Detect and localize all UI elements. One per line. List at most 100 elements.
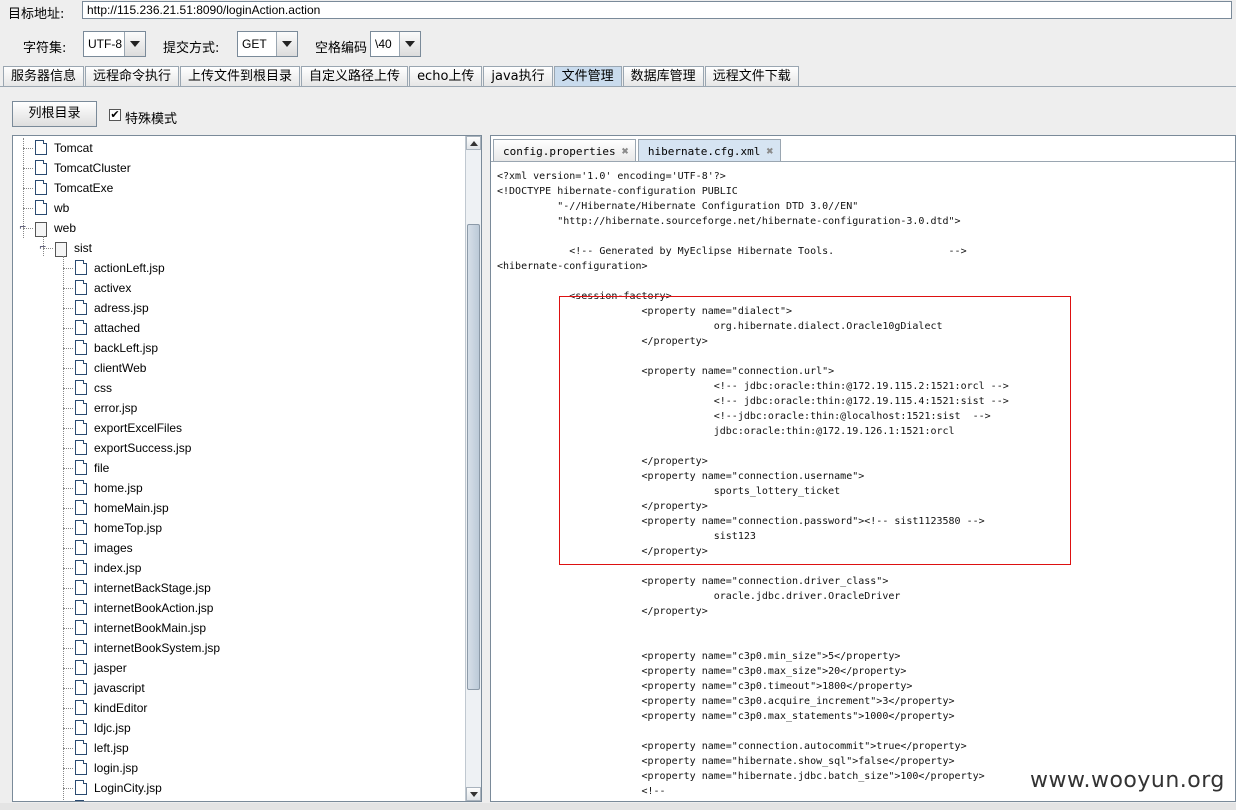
special-mode-label: 特殊模式	[125, 112, 178, 127]
file-icon	[75, 700, 87, 715]
tree-connector	[63, 328, 73, 329]
status-bar	[0, 803, 1236, 810]
tree-connector	[63, 768, 73, 769]
tree-item-label: jasper	[94, 661, 127, 675]
file-icon	[75, 280, 87, 295]
tab-4[interactable]: echo上传	[409, 66, 483, 86]
file-icon	[75, 740, 87, 755]
file-icon	[35, 160, 47, 175]
tab-0[interactable]: 服务器信息	[3, 66, 85, 86]
tree-item-label: homeTop.jsp	[94, 521, 163, 535]
scroll-thumb[interactable]	[467, 224, 480, 690]
tree-item-label: error.jsp	[94, 401, 138, 415]
tree-connector	[63, 268, 73, 269]
file-icon	[75, 480, 87, 495]
tree-item-label: Tomcat	[54, 141, 93, 155]
file-icon	[75, 360, 87, 375]
tab-7[interactable]: 数据库管理	[622, 66, 704, 86]
charset-value: UTF-8	[88, 37, 122, 51]
file-icon	[75, 260, 87, 275]
scroll-down-icon[interactable]	[466, 787, 481, 801]
method-select[interactable]: GET	[237, 31, 298, 57]
tree-item-label: activex	[94, 281, 132, 295]
tree-connector	[63, 468, 73, 469]
tab-1[interactable]: 远程命令执行	[85, 66, 180, 86]
space-encoding-select[interactable]: \40	[370, 31, 421, 57]
folder-icon	[35, 222, 47, 237]
tree-connector	[63, 728, 73, 729]
tree-connector	[23, 148, 33, 149]
tree-item-label: exportExcelFiles	[94, 421, 183, 435]
file-icon	[75, 800, 87, 801]
file-icon	[75, 780, 87, 795]
address-input[interactable]	[82, 1, 1232, 19]
charset-select[interactable]: UTF-8	[83, 31, 146, 57]
tree-item-label: TomcatCluster	[54, 161, 131, 175]
tree-item-label: file	[94, 461, 110, 475]
tree-connector	[63, 308, 73, 309]
tab-3[interactable]: 自定义路径上传	[301, 66, 409, 86]
code-line: <property name="c3p0.max_statements">100…	[497, 711, 955, 722]
watermark: www.wooyun.org	[1030, 768, 1225, 793]
tree-connector	[63, 508, 73, 509]
address-row: 目标地址:	[0, 0, 1236, 22]
tree-connector	[63, 408, 73, 409]
close-icon[interactable]: ✖	[622, 140, 629, 162]
code-line: <?xml version='1.0' encoding='UTF-8'?>	[497, 171, 726, 182]
tab-8[interactable]: 远程文件下载	[704, 66, 799, 86]
tree-item-label: home.jsp	[94, 481, 143, 495]
file-icon	[75, 560, 87, 575]
tab-5[interactable]: java执行	[483, 66, 553, 86]
code-line: oracle.jdbc.driver.OracleDriver	[497, 591, 901, 602]
tree-guide	[43, 236, 44, 256]
tree-guide	[23, 138, 24, 238]
file-icon	[75, 400, 87, 415]
chevron-down-icon[interactable]	[399, 32, 420, 56]
code-line: <!DOCTYPE hibernate-configuration PUBLIC	[497, 186, 738, 197]
tree-connector	[63, 428, 73, 429]
file-icon	[75, 580, 87, 595]
tree-connector	[63, 788, 73, 789]
tree-item-label: clientWeb	[94, 361, 147, 375]
editor-tab-1[interactable]: hibernate.cfg.xml ✖	[637, 139, 781, 162]
tab-6[interactable]: 文件管理	[553, 66, 622, 86]
file-icon	[75, 320, 87, 335]
code-line: "-//Hibernate/Hibernate Configuration DT…	[497, 201, 859, 212]
special-mode-checkbox[interactable]: ✔	[109, 109, 121, 121]
code-line: <property name="c3p0.timeout">1800</prop…	[497, 681, 913, 692]
tree-connector	[63, 608, 73, 609]
code-line: <!-- Generated by MyEclipse Hibernate To…	[497, 246, 967, 257]
file-icon	[75, 300, 87, 315]
tree-item-label: internetBookSystem.jsp	[94, 641, 221, 655]
file-icon	[75, 760, 87, 775]
tree-connector	[63, 588, 73, 589]
editor-tabs-divider	[491, 161, 1235, 162]
file-icon	[75, 520, 87, 535]
tree-connector	[63, 668, 73, 669]
tree-scrollbar[interactable]	[465, 136, 481, 801]
close-icon[interactable]: ✖	[766, 140, 773, 162]
tree-connector	[63, 528, 73, 529]
list-root-button[interactable]: 列根目录	[12, 101, 97, 127]
tree-connector	[63, 388, 73, 389]
tree-connector	[63, 548, 73, 549]
code-line: <property name="hibernate.show_sql">fals…	[497, 756, 955, 767]
file-tree-panel: Tomcat TomcatCluster TomcatExe wb web ⌐ sist ⌐ a…	[12, 135, 482, 802]
file-icon	[75, 640, 87, 655]
editor-tab-0[interactable]: config.properties ✖	[493, 139, 636, 161]
code-line: <property name="c3p0.min_size">5</proper…	[497, 651, 901, 662]
tree-item-label: ldjc.jsp	[94, 721, 131, 735]
file-icon	[75, 680, 87, 695]
chevron-down-icon[interactable]	[124, 32, 145, 56]
chevron-down-icon[interactable]	[276, 32, 297, 56]
tree-connector	[63, 568, 73, 569]
highlight-box	[559, 296, 1071, 565]
scroll-up-icon[interactable]	[466, 136, 481, 150]
tree-item-label: web	[54, 221, 77, 235]
tree-item-label: css	[94, 381, 112, 395]
tab-2[interactable]: 上传文件到根目录	[180, 66, 301, 86]
tree-item-label: index.jsp	[94, 561, 142, 575]
